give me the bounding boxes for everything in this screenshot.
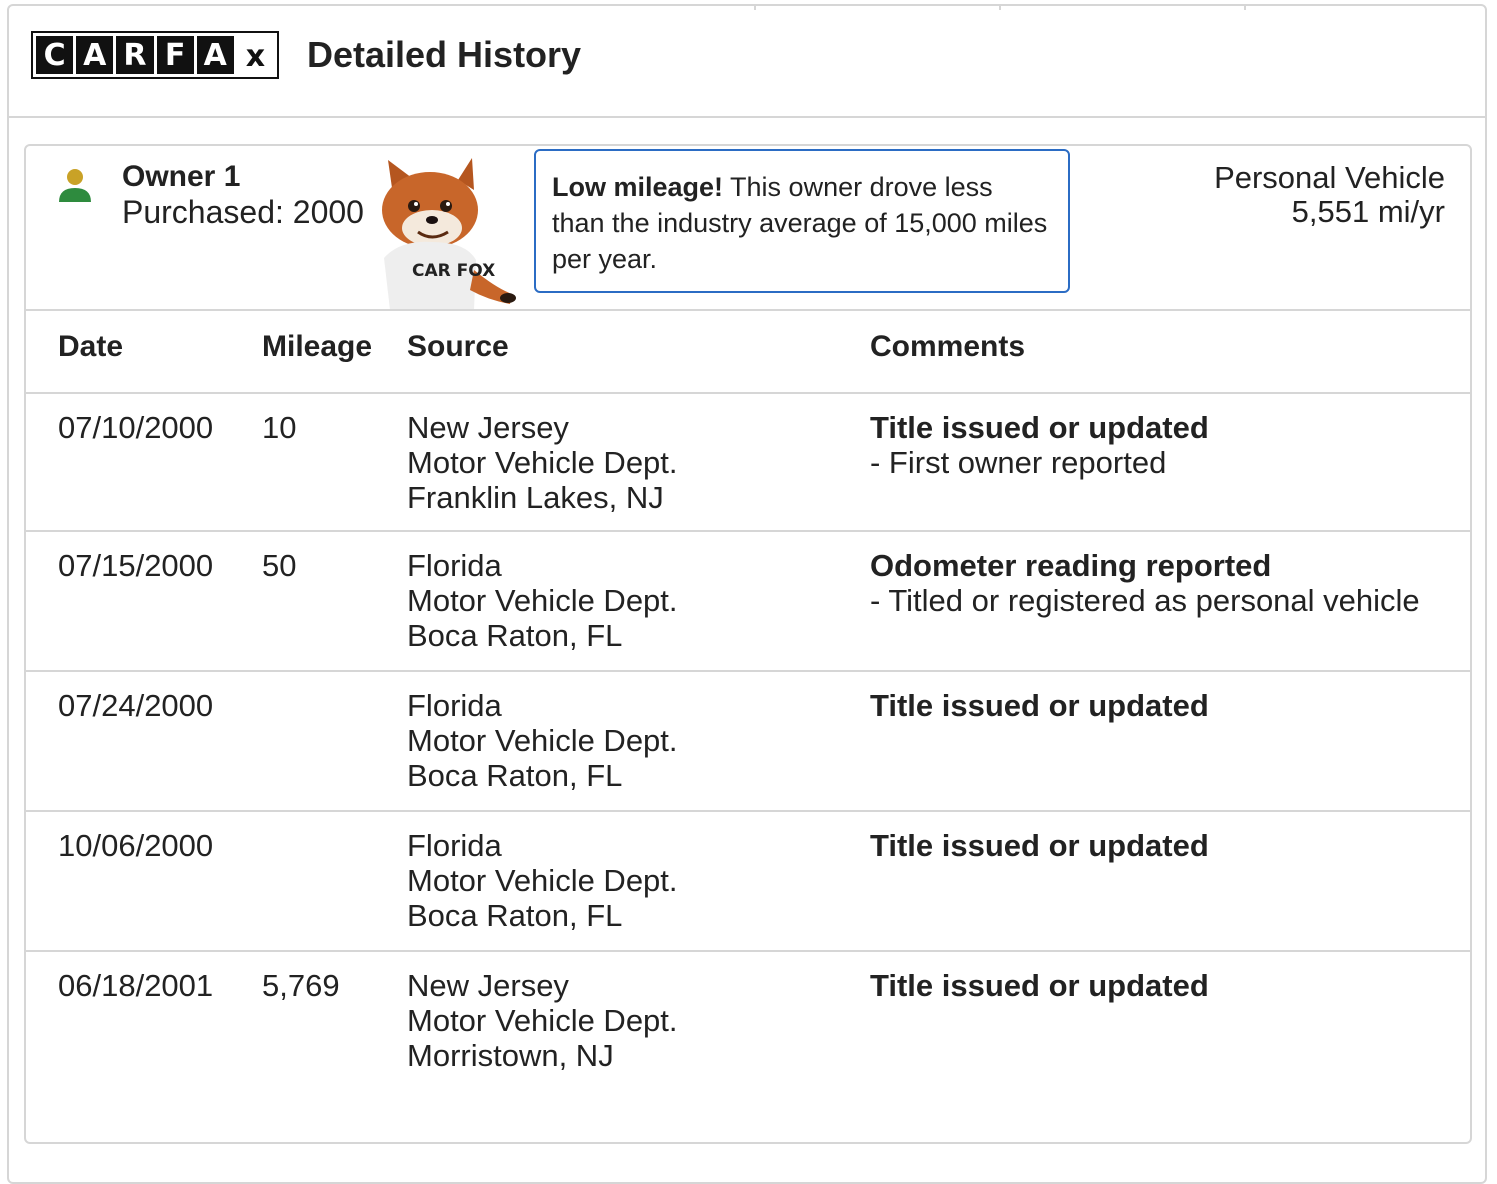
table-header-row: Date Mileage Source Comments (24, 311, 1470, 394)
row-source: New Jersey Motor Vehicle Dept. Franklin La… (407, 410, 678, 515)
row-date: 10/06/2000 (58, 828, 214, 863)
row-comments: Title issued or updated - First owner rep… (870, 410, 1209, 480)
purchase-year: Purchased: 2000 (122, 194, 364, 230)
row-comments: Odometer reading reported - Titled or reg… (870, 548, 1420, 618)
logo-letter: x (236, 36, 275, 74)
col-header-comments: Comments (870, 330, 1026, 363)
owner-label: Owner 1 (122, 160, 241, 193)
svg-text:CAR FOX: CAR FOX (412, 261, 495, 281)
vehicle-miles-per-year: 5,551 mi/yr (1291, 194, 1445, 229)
source-line: New Jersey (407, 968, 569, 1003)
history-table: Date Mileage Source Comments 07/10/2000 1… (24, 309, 1472, 1073)
source-line: Florida (407, 828, 502, 863)
vehicle-type: Personal Vehicle (1214, 160, 1445, 195)
row-date: 07/24/2000 (58, 688, 214, 723)
source-line: Morristown, NJ (407, 1038, 614, 1073)
col-header-date: Date (58, 330, 124, 363)
row-source: Florida Motor Vehicle Dept. Boca Raton, FL (407, 828, 678, 933)
col-header-source: Source (407, 330, 509, 363)
fox-mascot-icon: CAR FOX (382, 158, 516, 310)
table-row: 06/18/2001 5,769 New Jersey Motor Vehicle D… (24, 952, 1470, 1102)
source-line: New Jersey (407, 410, 569, 445)
comment-title: Title issued or updated (870, 828, 1209, 863)
source-line: Florida (407, 688, 502, 723)
row-source: New Jersey Motor Vehicle Dept. Morristown,… (407, 968, 678, 1073)
row-date: 06/18/2001 (58, 968, 214, 1003)
row-comments: Title issued or updated (870, 688, 1209, 723)
row-mileage: 10 (262, 410, 297, 445)
low-mileage-callout: Low mileage! This owner drove less than … (534, 149, 1070, 293)
comment-title: Title issued or updated (870, 410, 1209, 445)
row-comments: Title issued or updated (870, 828, 1209, 863)
row-date: 07/15/2000 (58, 548, 214, 583)
comment-detail: - Titled or registered as personal vehic… (870, 583, 1420, 618)
logo-letter: A (196, 36, 234, 74)
table-row: 07/10/2000 10 New Jersey Motor Vehicle Dept… (24, 394, 1470, 532)
source-line: Boca Raton, FL (407, 758, 623, 793)
source-line: Motor Vehicle Dept. (407, 445, 678, 480)
comment-title: Odometer reading reported (870, 548, 1272, 583)
source-line: Boca Raton, FL (407, 618, 623, 653)
page-title: Detailed History (307, 34, 582, 75)
comment-title: Title issued or updated (870, 688, 1209, 723)
row-date: 07/10/2000 (58, 410, 214, 445)
logo-letter: R (116, 36, 154, 74)
source-line: Motor Vehicle Dept. (407, 723, 678, 758)
table-row: 07/15/2000 50 Florida Motor Vehicle Dept. Bo… (24, 532, 1470, 672)
logo-letter: A (76, 36, 114, 74)
comment-title: Title issued or updated (870, 968, 1209, 1003)
row-source: Florida Motor Vehicle Dept. Boca Raton, FL (407, 548, 678, 653)
row-mileage: 50 (262, 548, 297, 583)
table-row: 07/24/2000 Florida Motor Vehicle Dept. Boca… (24, 672, 1470, 812)
source-line: Motor Vehicle Dept. (407, 583, 678, 618)
col-header-mileage: Mileage (262, 330, 373, 363)
source-line: Franklin Lakes, NJ (407, 480, 664, 515)
row-comments: Title issued or updated (870, 968, 1209, 1003)
logo-letter: F (156, 36, 194, 74)
person-icon (59, 169, 91, 202)
source-line: Motor Vehicle Dept. (407, 1003, 678, 1038)
table-row: 10/06/2000 Florida Motor Vehicle Dept. Boca… (24, 812, 1470, 952)
callout-bold: Low mileage! (552, 172, 724, 202)
carfax-logo: CARFAx (31, 31, 279, 79)
row-mileage: 5,769 (262, 968, 340, 1003)
source-line: Boca Raton, FL (407, 898, 623, 933)
source-line: Motor Vehicle Dept. (407, 863, 678, 898)
source-line: Florida (407, 548, 502, 583)
row-source: Florida Motor Vehicle Dept. Boca Raton, FL (407, 688, 678, 793)
logo-letter: C (36, 36, 74, 74)
comment-detail: - First owner reported (870, 445, 1167, 480)
